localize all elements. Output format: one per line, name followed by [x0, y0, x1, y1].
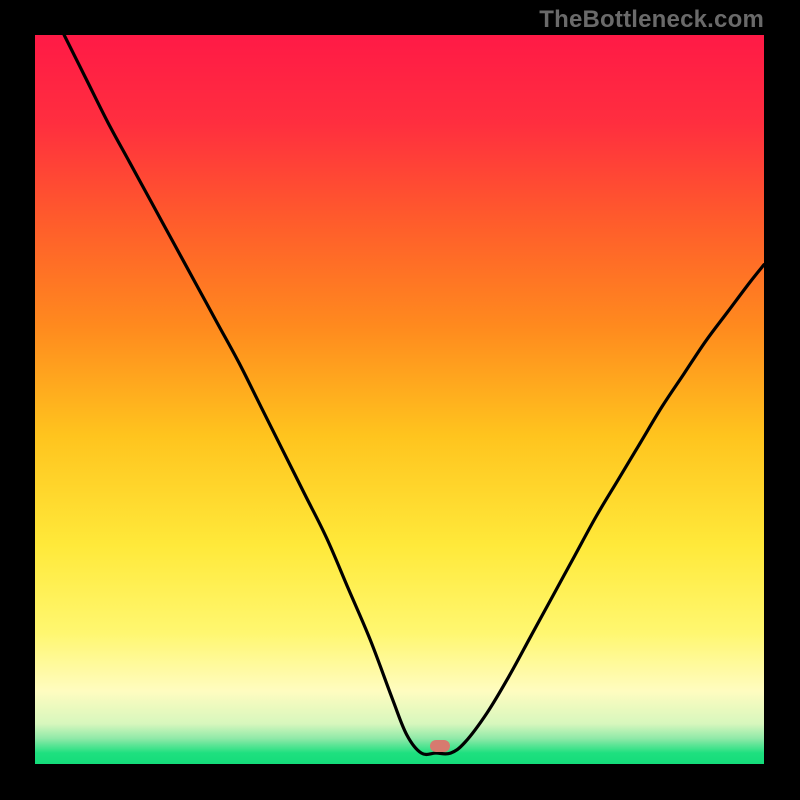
plot-area — [35, 35, 764, 764]
bottleneck-curve — [35, 35, 764, 764]
chart-frame: TheBottleneck.com — [0, 0, 800, 800]
watermark-label: TheBottleneck.com — [539, 6, 764, 34]
optimal-point-marker — [430, 740, 450, 752]
